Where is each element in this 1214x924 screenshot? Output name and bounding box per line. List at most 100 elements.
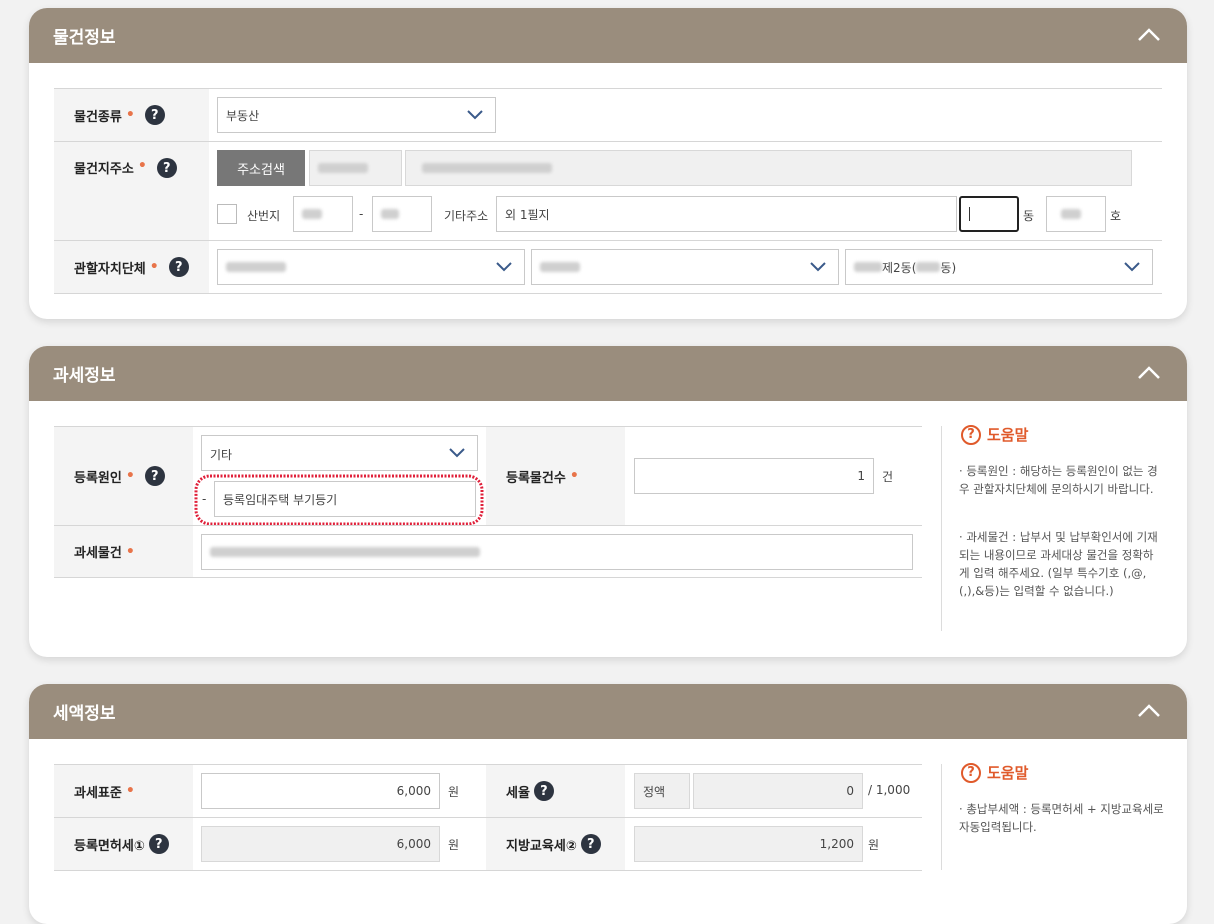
address-search-button[interactable]: 주소검색 <box>217 150 305 186</box>
highlight-scribble <box>194 474 484 526</box>
section-title: 세액정보 <box>53 704 116 724</box>
help-text-1: · 등록원인 : 해당하는 등록원인이 없는 경우 관할자치단체에 문의하시기 … <box>959 464 1158 496</box>
collapse-chevron-up-icon[interactable] <box>1137 26 1161 42</box>
count-label: 등록물건수 <box>506 470 566 486</box>
help-text-2-body: 과세물건 : 납부서 및 납부확인서에 기재되는 내용이므로 과세대상 물건을 … <box>959 530 1158 598</box>
rate-value: 0 <box>846 784 854 798</box>
collapse-chevron-up-icon[interactable] <box>1137 364 1161 380</box>
rate-label: 세율 <box>506 785 530 801</box>
base-label: 과세표준 <box>74 785 122 801</box>
rate-label-cell: 세율? <box>486 765 625 817</box>
reg-tax-field: 6,000 <box>201 826 440 862</box>
required-dot: • <box>125 783 135 799</box>
help-title: ? 도움말 <box>961 424 1028 445</box>
bunji-sub-input[interactable] <box>372 196 432 232</box>
required-dot: • <box>569 468 579 484</box>
help-divider <box>941 764 942 870</box>
rate-type-field: 정액 <box>634 773 690 809</box>
gov-dong-value: 제2동( <box>882 260 917 275</box>
reason-label-cell: 등록원인 •? <box>54 427 193 525</box>
help-divider <box>941 426 942 631</box>
required-dot: • <box>137 158 147 174</box>
property-info-header[interactable]: 물건정보 <box>29 8 1187 63</box>
bunji-main-input[interactable] <box>293 196 353 232</box>
kind-label: 물건종류 <box>74 109 122 125</box>
help-title: ? 도움말 <box>961 762 1028 783</box>
kind-select[interactable]: 부동산 <box>217 97 496 133</box>
collapse-chevron-up-icon[interactable] <box>1137 702 1161 718</box>
addr-label-cell: 물건지주소 •? <box>54 142 209 240</box>
addr-label: 물건지주소 <box>74 162 134 177</box>
rate-value-field: 0 <box>693 773 863 809</box>
row-divider <box>54 240 1162 241</box>
object-label-cell: 과세물건 • <box>54 526 193 577</box>
help-text-2: · 과세물건 : 납부서 및 납부확인서에 기재되는 내용이므로 과세대상 물건… <box>959 530 1158 598</box>
count-value: 1 <box>857 469 865 483</box>
ho-input[interactable] <box>1046 196 1106 232</box>
kind-label-cell: 물건종류 •? <box>54 89 209 141</box>
address-field <box>405 150 1132 186</box>
reg-tax-label: 등록면허세① <box>74 838 145 854</box>
dong-input[interactable] <box>959 196 1019 232</box>
question-icon[interactable]: ? <box>144 105 165 125</box>
reg-tax-value: 6,000 <box>396 837 431 851</box>
question-icon[interactable]: ? <box>148 834 169 854</box>
reason-select[interactable]: 기타 <box>201 435 478 471</box>
base-value: 6,000 <box>396 784 431 798</box>
gov-label-cell: 관할자치단체 •? <box>54 241 209 293</box>
reg-tax-label-cell: 등록면허세①? <box>54 818 193 870</box>
count-label-cell: 등록물건수 • <box>486 427 625 525</box>
question-icon[interactable]: ? <box>533 781 554 801</box>
rate-type-value: 정액 <box>643 784 666 799</box>
gov-dong-select[interactable]: 제2동( 동) <box>845 249 1153 285</box>
rate-unit: / 1,000 <box>868 783 911 797</box>
reason-select-value: 기타 <box>210 448 233 462</box>
amount-info-panel: 세액정보 과세표준 • 6,000 원 세율? 정액 0 / 1,000 등록면허… <box>29 684 1187 924</box>
help-icon: ? <box>961 762 981 783</box>
base-unit: 원 <box>448 785 460 799</box>
gov-label: 관할자치단체 <box>74 261 146 277</box>
help-text-1-body: 총납부세액 : 등록면허세 + 지방교육세로 자동입력됩니다. <box>959 802 1164 834</box>
base-input[interactable]: 6,000 <box>201 773 440 809</box>
etc-address-input[interactable]: 외 1필지 <box>496 196 957 232</box>
tax-info-panel: 과세정보 등록원인 •? 기타 - 등록임대주택 부기등기 등록물건수 • 1 건 … <box>29 346 1187 657</box>
property-info-panel: 물건정보 물건종류 •? 부동산 물건지주소 •? 주소검색 산번지 - 기타주소 … <box>29 8 1187 319</box>
kind-select-value: 부동산 <box>226 108 260 123</box>
edu-tax-unit: 원 <box>868 838 880 852</box>
dong-unit: 동 <box>1023 209 1035 223</box>
amount-info-header[interactable]: 세액정보 <box>29 684 1187 739</box>
edu-tax-label: 지방교육세② <box>506 838 577 854</box>
help-text-1-body: 등록원인 : 해당하는 등록원인이 없는 경우 관할자치단체에 문의하시기 바랍… <box>959 464 1158 496</box>
gov-sigungu-select[interactable] <box>531 249 839 285</box>
question-icon[interactable]: ? <box>580 834 601 854</box>
edu-tax-field: 1,200 <box>634 826 863 862</box>
base-label-cell: 과세표준 • <box>54 765 193 817</box>
table-bottom-border <box>54 870 922 871</box>
row-divider <box>54 141 1162 142</box>
dash-separator: - <box>359 207 364 221</box>
ho-unit: 호 <box>1110 209 1122 223</box>
help-text-1: · 총납부세액 : 등록면허세 + 지방교육세로 자동입력됩니다. <box>959 802 1164 834</box>
etc-address-label: 기타주소 <box>444 209 489 223</box>
question-icon[interactable]: ? <box>144 466 165 486</box>
chevron-down-icon <box>1124 262 1140 272</box>
etc-address-value: 외 1필지 <box>505 207 550 222</box>
table-bottom-border <box>54 577 922 578</box>
question-icon[interactable]: ? <box>168 257 189 277</box>
object-input[interactable] <box>201 534 913 570</box>
chevron-down-icon <box>810 262 826 272</box>
question-icon[interactable]: ? <box>156 158 177 178</box>
edu-tax-value: 1,200 <box>819 837 854 851</box>
count-unit: 건 <box>882 470 894 484</box>
zipcode-field <box>309 150 402 186</box>
section-title: 과세정보 <box>53 366 116 386</box>
sanbun-checkbox[interactable] <box>217 204 237 224</box>
edu-tax-label-cell: 지방교육세②? <box>486 818 625 870</box>
count-input[interactable]: 1 <box>634 458 874 494</box>
gov-dong-suffix: 동) <box>940 260 957 275</box>
gov-sido-select[interactable] <box>217 249 525 285</box>
tax-info-header[interactable]: 과세정보 <box>29 346 1187 401</box>
table-bottom-border <box>54 293 1162 294</box>
chevron-down-icon <box>449 448 465 458</box>
required-dot: • <box>125 107 135 123</box>
